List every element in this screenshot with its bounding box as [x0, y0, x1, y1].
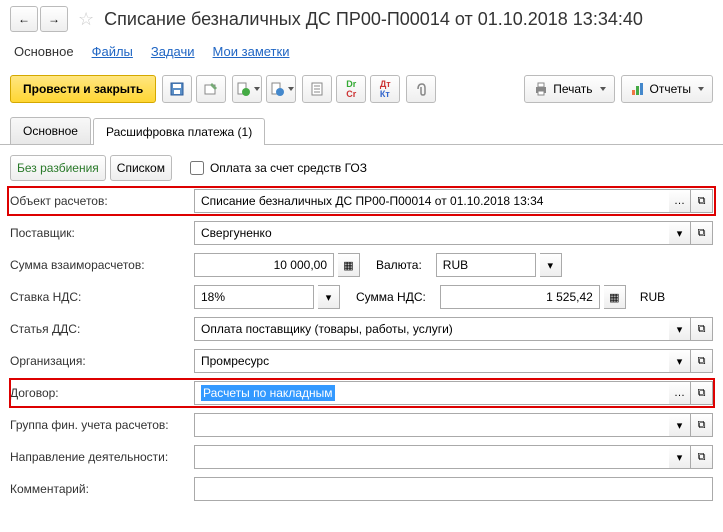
- contract-input[interactable]: Расчеты по накладным: [194, 381, 669, 405]
- comment-label: Комментарий:: [10, 482, 190, 496]
- nav-forward-button[interactable]: →: [40, 6, 68, 32]
- supplier-open[interactable]: ⧉: [691, 221, 713, 245]
- contract-open[interactable]: ⧉: [691, 381, 713, 405]
- direction-input[interactable]: [194, 445, 669, 469]
- fingroup-dropdown[interactable]: ▾: [669, 413, 691, 437]
- attach-button[interactable]: [406, 75, 436, 103]
- comment-input[interactable]: [194, 477, 713, 501]
- direction-label: Направление деятельности:: [10, 450, 190, 464]
- sum-label: Сумма взаиморасчетов:: [10, 258, 190, 272]
- page-title: Списание безналичных ДС ПР00-П00014 от 0…: [104, 9, 643, 30]
- object-open[interactable]: ⧉: [691, 189, 713, 213]
- tab-main[interactable]: Основное: [10, 117, 91, 144]
- nav-back-button[interactable]: ←: [10, 6, 38, 32]
- vatsum-input[interactable]: [440, 285, 600, 309]
- dds-input[interactable]: [194, 317, 669, 341]
- currency-input[interactable]: [436, 253, 536, 277]
- vatsum-label: Сумма НДС:: [356, 290, 426, 304]
- contract-label: Договор:: [10, 386, 190, 400]
- link-main[interactable]: Основное: [14, 44, 74, 59]
- org-dropdown[interactable]: ▾: [669, 349, 691, 373]
- sum-input[interactable]: [194, 253, 334, 277]
- dtkt-icon: ДтКт: [380, 79, 391, 99]
- doc-blue-icon: [269, 81, 285, 97]
- supplier-dropdown[interactable]: ▾: [669, 221, 691, 245]
- dds-dropdown[interactable]: ▾: [669, 317, 691, 341]
- list-button[interactable]: Списком: [110, 155, 172, 181]
- printer-icon: [533, 81, 549, 97]
- tab-detail[interactable]: Расшифровка платежа (1): [93, 118, 265, 145]
- drcr-button[interactable]: DrCr: [336, 75, 366, 103]
- vatrate-dropdown[interactable]: ▾: [318, 285, 340, 309]
- object-ellipsis[interactable]: …: [669, 189, 691, 213]
- post-icon: [203, 81, 219, 97]
- chart-icon: [630, 81, 646, 97]
- reports-button[interactable]: Отчеты: [621, 75, 713, 103]
- supplier-label: Поставщик:: [10, 226, 190, 240]
- vatsum-calc[interactable]: ▦: [604, 285, 626, 309]
- vatsum-unit: RUB: [640, 290, 665, 304]
- link-notes[interactable]: Мои заметки: [213, 44, 290, 59]
- currency-dropdown[interactable]: ▾: [540, 253, 562, 277]
- object-input[interactable]: [194, 189, 669, 213]
- org-input[interactable]: [194, 349, 669, 373]
- currency-label: Валюта:: [376, 258, 422, 272]
- object-label: Объект расчетов:: [10, 194, 190, 208]
- link-files[interactable]: Файлы: [92, 44, 133, 59]
- favorite-star-icon[interactable]: ☆: [74, 9, 98, 30]
- fingroup-label: Группа фин. учета расчетов:: [10, 418, 190, 432]
- direction-open[interactable]: ⧉: [691, 445, 713, 469]
- save-button[interactable]: [162, 75, 192, 103]
- floppy-icon: [169, 81, 185, 97]
- link-tasks[interactable]: Задачи: [151, 44, 195, 59]
- supplier-input[interactable]: [194, 221, 669, 245]
- drcr-icon: DrCr: [346, 79, 356, 99]
- related-button[interactable]: [266, 75, 296, 103]
- dtkt-button[interactable]: ДтКт: [370, 75, 400, 103]
- goz-checkbox[interactable]: [190, 161, 204, 175]
- org-label: Организация:: [10, 354, 190, 368]
- create-based-button[interactable]: [232, 75, 262, 103]
- dds-open[interactable]: ⧉: [691, 317, 713, 341]
- fingroup-input[interactable]: [194, 413, 669, 437]
- vatrate-label: Ставка НДС:: [10, 290, 190, 304]
- contract-ellipsis[interactable]: …: [669, 381, 691, 405]
- doc-button-1[interactable]: [302, 75, 332, 103]
- paperclip-icon: [413, 81, 429, 97]
- doc-lines-icon: [309, 81, 325, 97]
- doc-green-icon: [235, 81, 251, 97]
- print-button[interactable]: Печать: [524, 75, 614, 103]
- goz-checkbox-wrap[interactable]: Оплата за счет средств ГОЗ: [190, 161, 367, 175]
- post-button[interactable]: [196, 75, 226, 103]
- nobreak-button[interactable]: Без разбиения: [10, 155, 106, 181]
- vatrate-input[interactable]: [194, 285, 314, 309]
- dds-label: Статья ДДС:: [10, 322, 190, 336]
- org-open[interactable]: ⧉: [691, 349, 713, 373]
- direction-dropdown[interactable]: ▾: [669, 445, 691, 469]
- fingroup-open[interactable]: ⧉: [691, 413, 713, 437]
- sum-calc[interactable]: ▦: [338, 253, 360, 277]
- submit-close-button[interactable]: Провести и закрыть: [10, 75, 156, 103]
